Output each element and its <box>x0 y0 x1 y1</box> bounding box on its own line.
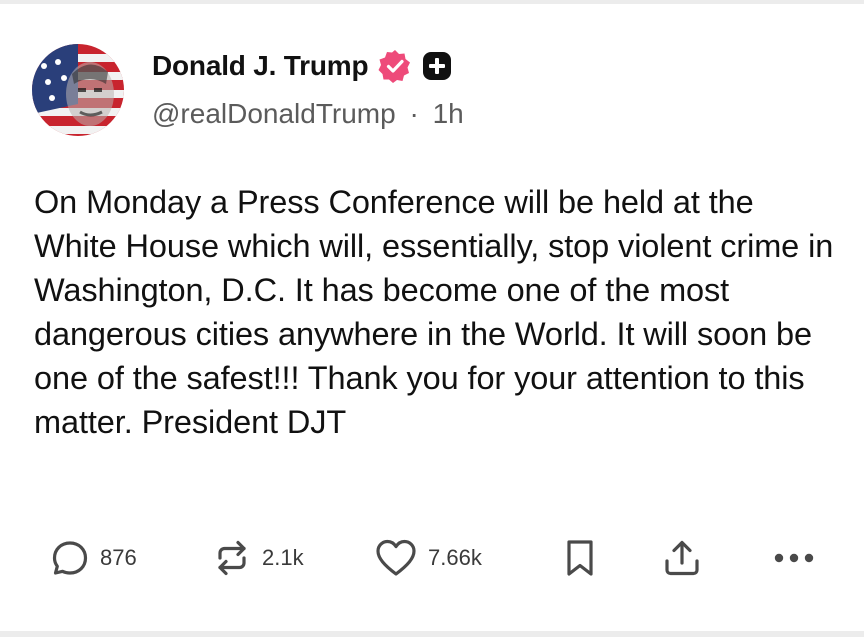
reply-count: 876 <box>100 545 137 570</box>
repost-icon <box>212 538 252 578</box>
author-display-name[interactable]: Donald J. Trump <box>152 50 369 82</box>
like-button[interactable]: 7.66k <box>374 530 482 586</box>
author-name-row: Donald J. Trump <box>152 44 452 88</box>
repost-count: 2.1k <box>262 545 304 570</box>
reply-button[interactable]: 876 <box>50 530 137 586</box>
plus-badge-icon[interactable] <box>422 51 452 81</box>
like-count: 7.66k <box>428 545 482 570</box>
more-options-button[interactable] <box>772 530 816 586</box>
bookmark-button[interactable] <box>562 530 598 586</box>
post-card: Donald J. Trump @realDonaldTrump · 1h On… <box>0 0 864 637</box>
meta-separator: · <box>409 98 419 129</box>
author-meta: @realDonaldTrump · 1h <box>152 98 464 130</box>
comment-icon <box>50 538 90 578</box>
post-actions: 876 2.1k 7.66k <box>0 530 864 586</box>
bookmark-icon <box>562 538 598 578</box>
heart-icon <box>374 538 418 578</box>
bottom-divider <box>0 631 864 637</box>
verified-badge-icon <box>378 49 412 83</box>
share-button[interactable] <box>662 530 702 586</box>
author-avatar[interactable] <box>32 44 124 136</box>
share-icon <box>662 538 702 578</box>
more-icon <box>772 538 816 578</box>
post-body: On Monday a Press Conference will be hel… <box>34 184 834 440</box>
post-time[interactable]: 1h <box>433 98 464 129</box>
repost-button[interactable]: 2.1k <box>212 530 304 586</box>
author-handle[interactable]: @realDonaldTrump <box>152 98 396 129</box>
